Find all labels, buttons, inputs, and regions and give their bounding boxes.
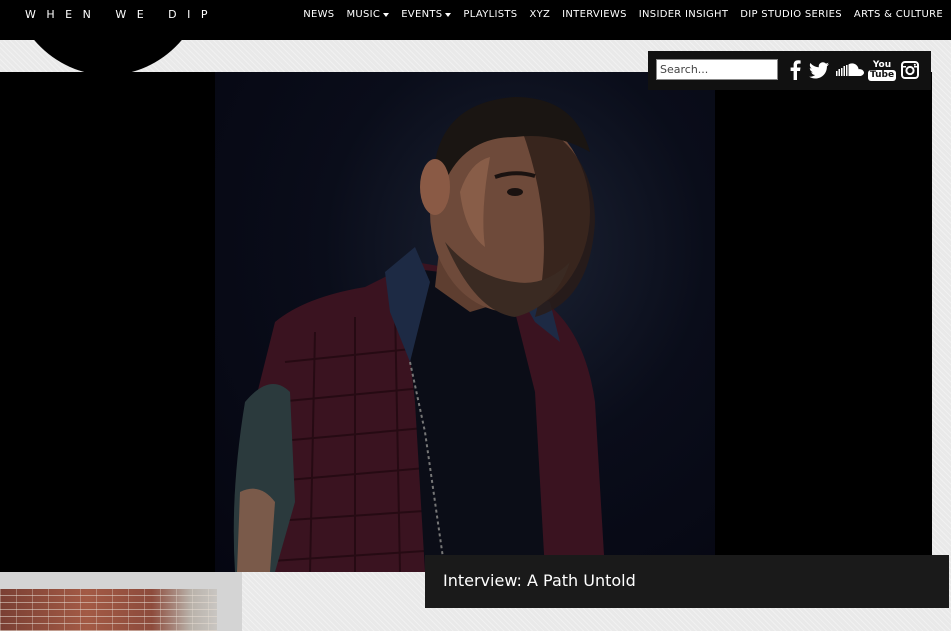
hero-image[interactable] — [215, 72, 715, 572]
article-thumbnail[interactable] — [0, 589, 217, 631]
instagram-icon[interactable] — [900, 59, 920, 81]
caret-down-icon — [445, 13, 452, 17]
nav-item-insider-insight[interactable]: INSIDER INSIGHT — [639, 9, 728, 20]
nav-item-playlists[interactable]: PLAYLISTS — [463, 9, 517, 20]
main-nav: NEWS MUSIC EVENTS PLAYLISTS XYZ INTERVIE… — [303, 9, 943, 20]
nav-item-dip-studio-series[interactable]: DIP STUDIO SERIES — [740, 9, 842, 20]
site-logo[interactable]: WHEN WE DIP — [25, 8, 218, 21]
nav-item-interviews[interactable]: INTERVIEWS — [562, 9, 627, 20]
nav-item-events[interactable]: EVENTS — [401, 9, 452, 20]
soundcloud-icon[interactable] — [836, 59, 864, 81]
nav-item-arts-culture[interactable]: ARTS & CULTURE — [854, 9, 943, 20]
caret-down-icon — [383, 13, 390, 17]
search-social-bar: You Tube — [648, 51, 931, 90]
nav-item-xyz[interactable]: XYZ — [529, 9, 550, 20]
nav-item-music[interactable]: MUSIC — [346, 9, 390, 20]
search-input[interactable] — [656, 59, 778, 80]
facebook-icon[interactable] — [788, 59, 802, 81]
twitter-icon[interactable] — [808, 59, 830, 81]
nav-item-news[interactable]: NEWS — [303, 9, 334, 20]
hero-caption[interactable]: Interview: A Path Untold — [425, 555, 949, 608]
hero-caption-title[interactable]: Interview: A Path Untold — [443, 571, 636, 590]
hero-slider[interactable] — [0, 72, 932, 572]
youtube-icon[interactable]: You Tube — [867, 59, 897, 83]
